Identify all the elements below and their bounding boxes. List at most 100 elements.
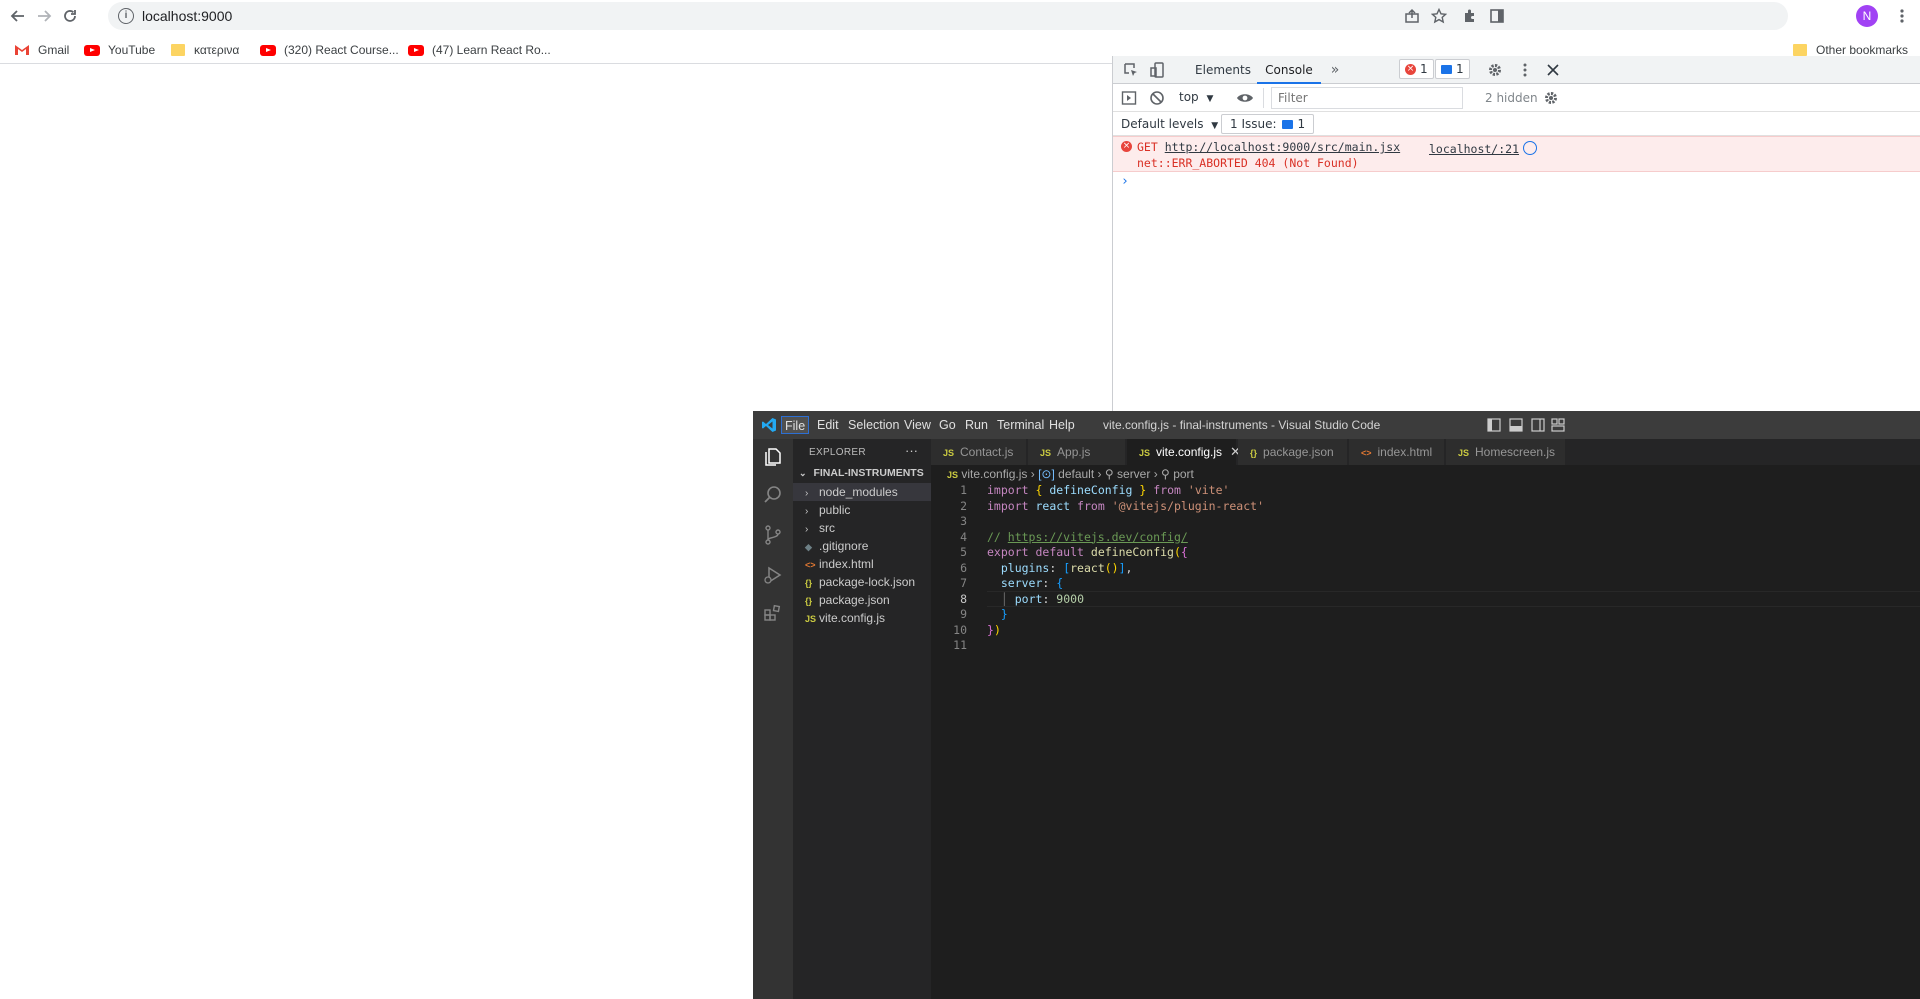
vscode-logo-icon [761, 417, 777, 436]
breadcrumb-symbol-port[interactable]: port [1173, 467, 1194, 481]
message-count: 1 [1456, 62, 1464, 76]
comment-link[interactable]: https://vitejs.dev/config/ [1008, 530, 1188, 544]
error-source-link[interactable]: localhost/:21 [1429, 142, 1519, 156]
console-error-message: × GET http://localhost:9000/src/main.jsx… [1113, 136, 1920, 172]
code-token: server [1000, 576, 1043, 590]
tree-item-vite-config-js[interactable]: JS vite.config.js [793, 609, 931, 627]
device-toolbar-icon[interactable] [1147, 60, 1167, 80]
side-panel-icon[interactable] [1485, 4, 1509, 28]
explorer-files-icon[interactable] [761, 445, 785, 469]
tree-item-src[interactable]: › src [793, 519, 931, 537]
customize-layout-icon[interactable] [1551, 418, 1565, 435]
bookmark-folder-katerina[interactable]: κατερινα [170, 41, 239, 59]
back-arrow-icon[interactable] [6, 4, 30, 28]
tree-item-gitignore[interactable]: ◆ .gitignore [793, 537, 931, 555]
project-root[interactable]: ⌄ FINAL-INSTRUMENTS [799, 467, 924, 479]
tree-item-label: .gitignore [819, 539, 869, 553]
code-token: 9000 [1056, 591, 1084, 606]
bookmark-youtube[interactable]: YouTube [84, 41, 155, 59]
explorer-more-actions-icon[interactable]: ··· [905, 443, 918, 458]
menu-view[interactable]: View [901, 416, 934, 434]
more-tabs-icon[interactable]: » [1325, 60, 1345, 80]
error-url-link[interactable]: http://localhost:9000/src/main.jsx [1165, 140, 1400, 154]
customize-menu-icon[interactable] [1515, 60, 1535, 80]
tree-item-node-modules[interactable]: › node_modules [793, 483, 931, 501]
menu-edit[interactable]: Edit [814, 416, 842, 434]
js-file-icon: JS [1458, 448, 1470, 458]
menu-selection[interactable]: Selection [845, 416, 902, 434]
show-sidebar-icon[interactable] [1119, 88, 1139, 108]
breadcrumb-file[interactable]: vite.config.js [961, 467, 1027, 481]
tab-vite-config-js[interactable]: JS vite.config.js ✕ [1127, 439, 1241, 465]
console-prompt-chevron[interactable]: › [1121, 174, 1129, 189]
code-token: react [1035, 498, 1071, 513]
tree-item-package-json[interactable]: {} package.json [793, 591, 931, 609]
menu-file[interactable]: File [781, 416, 810, 434]
run-debug-icon[interactable] [761, 563, 785, 587]
extensions-icon[interactable] [761, 601, 785, 625]
code-editor[interactable]: 1 2 3 4 5 6 7 8 9 10 11 import { defineC… [931, 483, 1920, 999]
toggle-panel-icon[interactable] [1509, 418, 1523, 435]
tab-package-json[interactable]: {} package.json [1238, 439, 1348, 465]
live-expression-eye-icon[interactable] [1235, 88, 1255, 108]
forward-arrow-icon[interactable] [32, 4, 56, 28]
browser-toolbar: i localhost:9000 N [0, 0, 1920, 32]
chrome-menu-icon[interactable] [1890, 4, 1914, 28]
tree-item-label: package-lock.json [819, 575, 916, 589]
bookmark-star-icon[interactable] [1427, 4, 1451, 28]
tab-console[interactable]: Console [1257, 56, 1321, 84]
bookmark-gmail[interactable]: Gmail [14, 41, 69, 59]
tree-item-package-lock-json[interactable]: {} package-lock.json [793, 573, 931, 591]
window-title: vite.config.js - final-instruments - Vis… [1103, 418, 1381, 432]
console-settings-gear-icon[interactable] [1541, 88, 1561, 108]
breadcrumb-symbol-server[interactable]: server [1117, 467, 1150, 481]
youtube-icon [260, 42, 276, 58]
inspect-element-icon[interactable] [1121, 60, 1141, 80]
default-levels-dropdown[interactable]: Default levels ▼ [1121, 117, 1218, 131]
tab-homescreen-js[interactable]: JS Homescreen.js [1446, 439, 1566, 465]
tab-elements[interactable]: Elements [1195, 56, 1251, 84]
extensions-puzzle-icon[interactable] [1458, 4, 1482, 28]
menu-run[interactable]: Run [962, 416, 991, 434]
error-circle-icon: × [1121, 141, 1132, 152]
search-icon[interactable] [761, 483, 785, 507]
source-control-icon[interactable] [761, 523, 785, 547]
bookmark-label: Gmail [38, 43, 70, 57]
breadcrumb-symbol-default[interactable]: default [1058, 467, 1094, 481]
tab-contact-js[interactable]: JS Contact.js [931, 439, 1027, 465]
close-devtools-icon[interactable] [1543, 60, 1563, 80]
share-icon[interactable] [1400, 4, 1424, 28]
code-token: react [1070, 560, 1105, 575]
toggle-primary-sidebar-icon[interactable] [1487, 418, 1501, 435]
tree-item-index-html[interactable]: <> index.html [793, 555, 931, 573]
console-filter-input[interactable] [1271, 87, 1463, 109]
tab-index-html[interactable]: <> index.html [1349, 439, 1445, 465]
chevron-down-icon: ⌄ [799, 468, 807, 478]
menu-help[interactable]: Help [1046, 416, 1078, 434]
tree-item-public[interactable]: › public [793, 501, 931, 519]
context-selector[interactable]: top ▼ [1179, 90, 1213, 104]
address-bar[interactable]: i localhost:9000 [108, 2, 1788, 30]
clear-console-icon[interactable] [1147, 88, 1167, 108]
bookmark-react-course[interactable]: (320) React Course... [260, 41, 399, 59]
settings-gear-icon[interactable] [1485, 60, 1505, 80]
message-count-badge[interactable]: 1 [1435, 59, 1470, 79]
menu-terminal[interactable]: Terminal [994, 416, 1047, 434]
json-file-icon: {} [805, 578, 813, 588]
menu-go[interactable]: Go [936, 416, 959, 434]
site-info-icon[interactable]: i [118, 8, 134, 24]
js-file-icon: JS [1139, 448, 1151, 458]
code-token: plugins [1000, 560, 1050, 575]
toggle-secondary-sidebar-icon[interactable] [1531, 418, 1545, 435]
editor-tabs: JS Contact.js JS App.js JS vite.config.js ✕ … [931, 439, 1920, 465]
network-request-icon[interactable] [1523, 141, 1537, 155]
bookmark-learn-react[interactable]: (47) Learn React Ro... [408, 41, 551, 59]
issues-label: 1 Issue: [1230, 117, 1277, 131]
error-count-badge[interactable]: × 1 [1399, 59, 1434, 79]
tab-app-js[interactable]: JS App.js [1028, 439, 1126, 465]
error-icon: × [1405, 63, 1416, 75]
profile-avatar[interactable]: N [1856, 5, 1878, 27]
reload-icon[interactable] [58, 4, 82, 28]
error-method: GET [1137, 140, 1158, 154]
issues-button[interactable]: 1 Issue: 1 [1221, 114, 1315, 134]
